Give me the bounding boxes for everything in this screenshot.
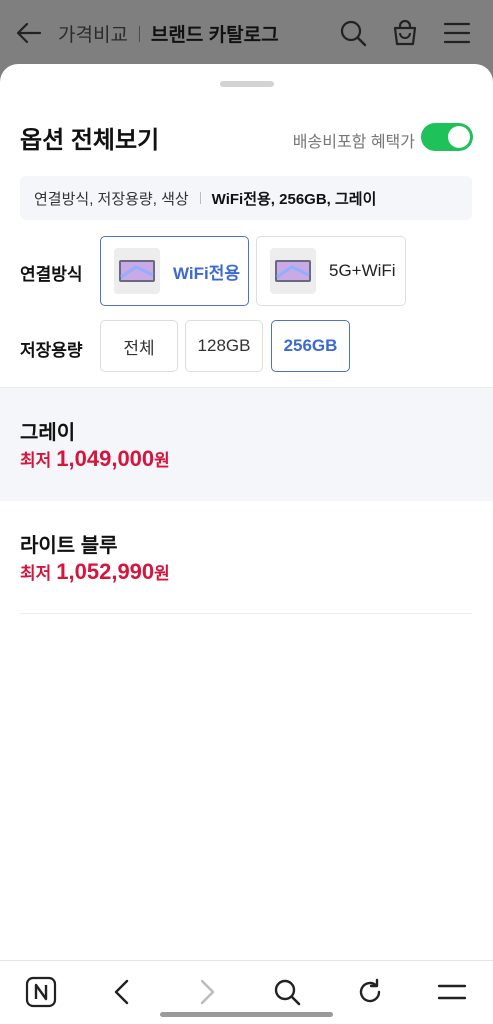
selection-summary: 연결방식, 저장용량, 색상 WiFi전용, 256GB, 그레이	[20, 176, 472, 220]
color-name: 라이트 블루	[20, 535, 118, 557]
storage-option-all[interactable]: 전체	[100, 320, 178, 372]
arrow-left-icon[interactable]	[14, 18, 44, 48]
summary-divider	[199, 192, 201, 204]
refresh-icon[interactable]	[353, 975, 387, 1009]
shipping-toggle[interactable]	[421, 123, 473, 151]
summary-label: 연결방식, 저장용량, 색상	[34, 190, 189, 208]
connection-option-wifi[interactable]: WiFi전용	[100, 236, 249, 306]
storage-label: 저장용량	[20, 341, 83, 360]
tablet-thumbnail	[114, 248, 160, 294]
tablet-thumbnail	[270, 248, 316, 294]
breadcrumb-parent[interactable]: 가격비교	[58, 20, 128, 47]
color-item-gray[interactable]: 그레이 최저 1,049,000 원	[0, 388, 493, 501]
connection-option-label: 5G+WiFi	[329, 261, 396, 280]
price-unit: 원	[154, 451, 170, 470]
home-indicator[interactable]	[160, 1012, 333, 1017]
price-amount: 1,052,990	[56, 559, 155, 584]
sheet-drag-handle[interactable]	[220, 81, 274, 87]
price-amount: 1,049,000	[56, 446, 155, 471]
breadcrumb-divider	[138, 25, 140, 42]
search-icon[interactable]	[270, 975, 304, 1009]
sheet-title: 옵션 전체보기	[20, 127, 160, 154]
menu-icon[interactable]	[435, 975, 469, 1009]
connection-option-5g[interactable]: 5G+WiFi	[256, 236, 406, 306]
color-price: 최저 1,052,990 원	[20, 559, 170, 585]
breadcrumb: 가격비교 브랜드 카탈로그	[58, 20, 279, 47]
search-icon[interactable]	[338, 18, 368, 48]
option-bottom-sheet: 옵션 전체보기 배송비포함 혜택가 연결방식, 저장용량, 색상 WiFi전용,…	[0, 64, 493, 960]
shipping-toggle-label: 배송비포함 혜택가	[292, 134, 415, 151]
price-prefix: 최저	[20, 451, 52, 470]
top-header: 가격비교 브랜드 카탈로그	[0, 0, 493, 64]
price-unit: 원	[154, 564, 170, 583]
storage-option-128gb[interactable]: 128GB	[185, 320, 263, 372]
color-item-light-blue[interactable]: 라이트 블루 최저 1,052,990 원	[0, 501, 493, 614]
shopping-bag-icon[interactable]	[390, 18, 420, 48]
connection-label: 연결방식	[20, 265, 83, 284]
toggle-knob	[448, 126, 470, 148]
connection-option-label: WiFi전용	[173, 263, 241, 283]
summary-value: WiFi전용, 256GB, 그레이	[211, 190, 377, 208]
forward-icon[interactable]	[189, 975, 223, 1009]
back-icon[interactable]	[106, 975, 140, 1009]
breadcrumb-current: 브랜드 카탈로그	[150, 25, 279, 46]
color-price: 최저 1,049,000 원	[20, 446, 170, 472]
price-prefix: 최저	[20, 564, 52, 583]
color-name: 그레이	[20, 422, 76, 444]
list-divider	[20, 613, 472, 614]
naver-home-icon[interactable]	[24, 975, 58, 1009]
menu-icon[interactable]	[442, 18, 472, 48]
storage-option-256gb[interactable]: 256GB	[271, 320, 350, 372]
